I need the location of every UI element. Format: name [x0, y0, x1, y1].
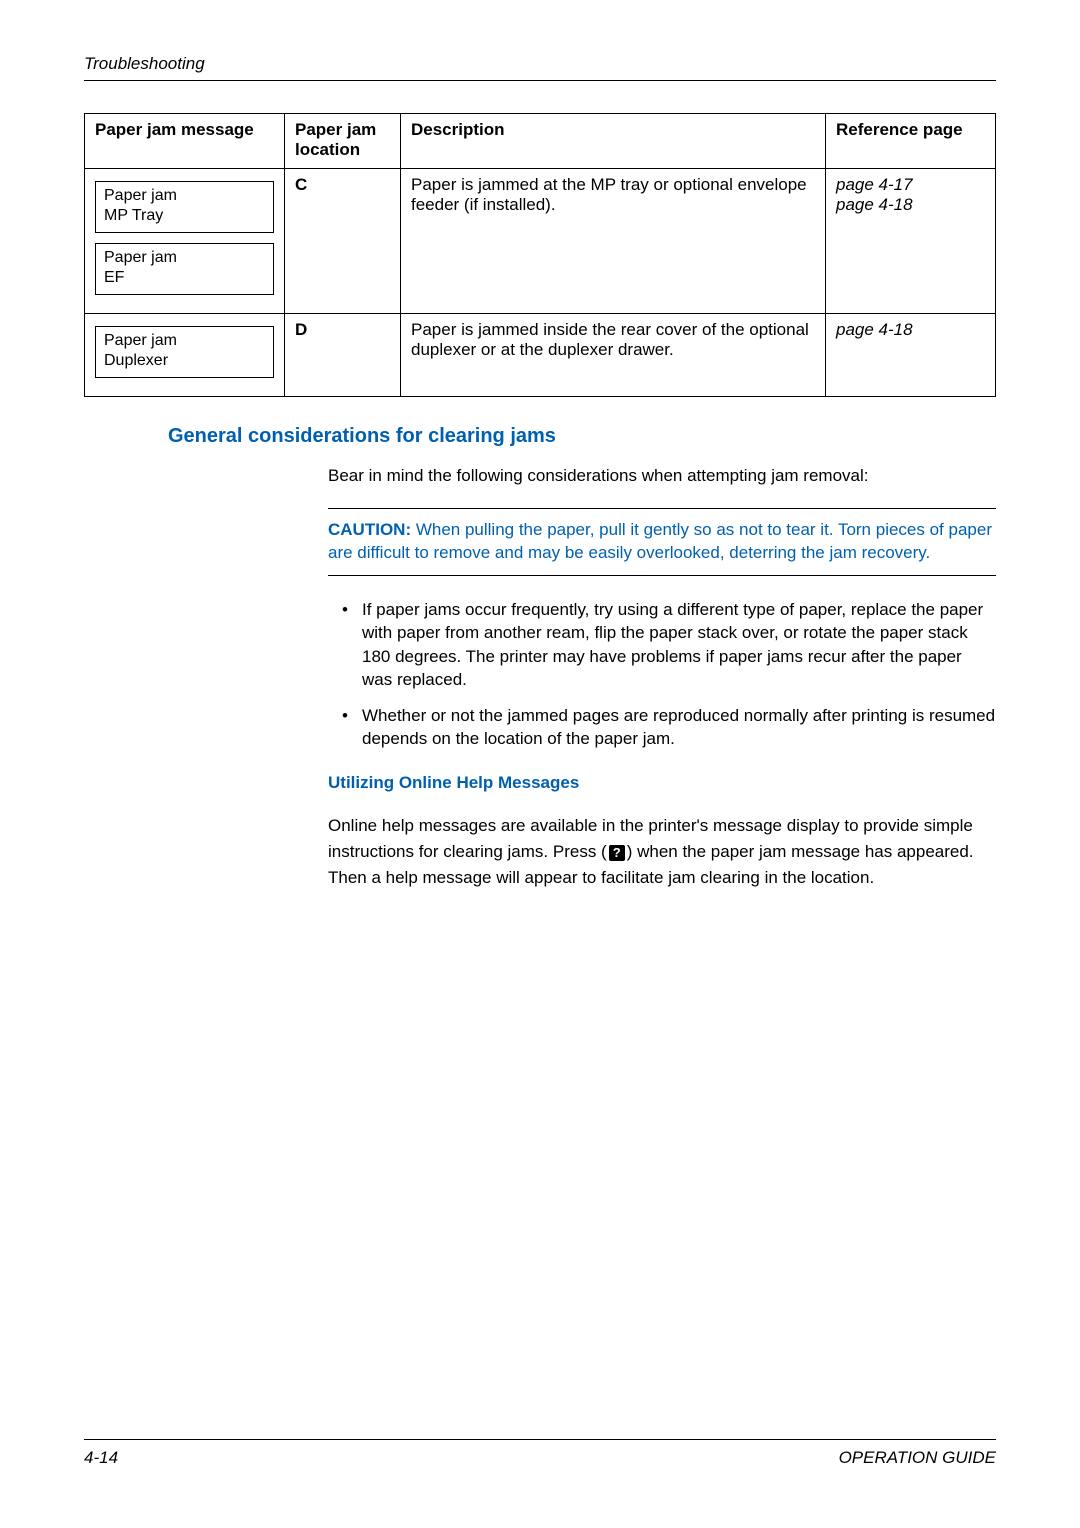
message-line: MP Tray: [104, 206, 265, 226]
considerations-list: If paper jams occur frequently, try usin…: [328, 598, 996, 751]
list-item: If paper jams occur frequently, try usin…: [328, 598, 996, 692]
cell-location: D: [285, 314, 401, 397]
sub-heading: Utilizing Online Help Messages: [328, 773, 996, 793]
paper-jam-table: Paper jam message Paper jam location Des…: [84, 113, 996, 397]
caution-block: CAUTION: When pulling the paper, pull it…: [328, 508, 996, 576]
message-box: Paper jam Duplexer: [95, 326, 274, 378]
message-box: Paper jam MP Tray: [95, 181, 274, 233]
cell-references: page 4-18: [826, 314, 996, 397]
table-row: Paper jam MP Tray Paper jam EF C Paper i…: [85, 169, 996, 314]
message-box: Paper jam EF: [95, 243, 274, 295]
cell-messages: Paper jam MP Tray Paper jam EF: [85, 169, 285, 314]
table-header-row: Paper jam message Paper jam location Des…: [85, 114, 996, 169]
list-item: Whether or not the jammed pages are repr…: [328, 704, 996, 751]
message-line: Paper jam: [104, 186, 265, 206]
message-line: Paper jam: [104, 331, 265, 351]
page-number: 4-14: [84, 1448, 118, 1468]
th-reference: Reference page: [826, 114, 996, 169]
message-line: EF: [104, 268, 265, 288]
page-header: Troubleshooting: [84, 54, 996, 81]
reference-link: page 4-17: [836, 175, 985, 195]
caution-body: When pulling the paper, pull it gently s…: [328, 520, 992, 562]
th-description: Description: [401, 114, 826, 169]
message-line: Paper jam: [104, 248, 265, 268]
cell-location: C: [285, 169, 401, 314]
online-help-paragraph: Online help messages are available in th…: [328, 813, 996, 892]
intro-paragraph: Bear in mind the following consideration…: [328, 466, 996, 486]
caution-label: CAUTION:: [328, 520, 411, 539]
table-row: Paper jam Duplexer D Paper is jammed ins…: [85, 314, 996, 397]
message-line: Duplexer: [104, 351, 265, 371]
guide-name: OPERATION GUIDE: [839, 1448, 996, 1468]
reference-link: page 4-18: [836, 195, 985, 215]
cell-references: page 4-17 page 4-18: [826, 169, 996, 314]
section-heading: General considerations for clearing jams: [168, 425, 996, 448]
reference-link: page 4-18: [836, 320, 985, 340]
cell-description: Paper is jammed at the MP tray or option…: [401, 169, 826, 314]
page-footer: 4-14 OPERATION GUIDE: [84, 1439, 996, 1468]
th-message: Paper jam message: [85, 114, 285, 169]
th-location: Paper jam location: [285, 114, 401, 169]
cell-description: Paper is jammed inside the rear cover of…: [401, 314, 826, 397]
cell-messages: Paper jam Duplexer: [85, 314, 285, 397]
help-icon: ?: [609, 845, 625, 861]
